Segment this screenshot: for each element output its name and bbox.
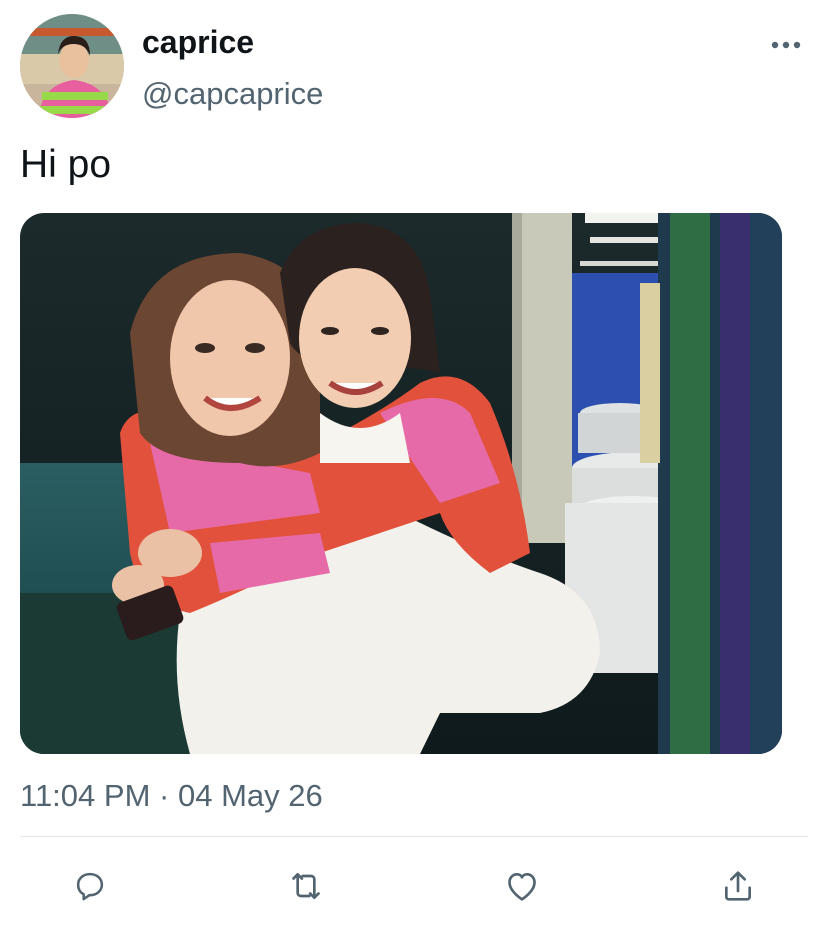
tweet-photo[interactable] [20,213,782,754]
share-button[interactable] [716,864,760,908]
more-horizontal-icon [771,41,801,49]
heart-icon [508,873,536,901]
like-button[interactable] [500,864,544,908]
timestamp-date: 04 May 26 [177,778,323,813]
reply-button[interactable] [68,864,112,908]
retweet-button[interactable] [284,864,328,908]
avatar-image [20,14,124,118]
timestamp-separator: · [159,778,170,813]
timestamp-time: 11:04 PM [20,778,151,813]
author-display-name[interactable]: caprice [142,22,254,62]
more-options-button[interactable] [764,30,808,60]
reply-icon [76,872,104,901]
retweet-icon [292,873,320,899]
tweet-timestamp[interactable]: 11:04 PM · 04 May 26 [20,776,323,816]
author-handle[interactable]: @capcaprice [142,74,323,114]
tweet-text: Hi po [20,143,112,186]
photo-image [20,213,782,754]
divider [20,836,808,837]
avatar[interactable] [20,14,124,118]
share-icon [725,871,751,901]
